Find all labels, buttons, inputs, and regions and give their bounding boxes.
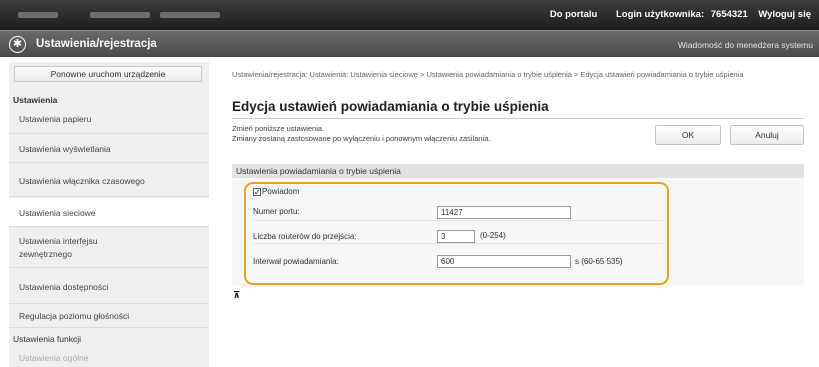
interval-row: Interwał powiadamiania: 600 s (60-65 535…: [253, 251, 663, 269]
section-header: Ustawienia powiadamiania o trybie uśpien…: [232, 164, 804, 178]
title-bar: ✱ Ustawienia/rejestracja Wiadomość do me…: [0, 30, 819, 57]
login-user: 7654321: [710, 9, 748, 20]
page-section-title: Ustawienia/rejestracja: [36, 38, 157, 50]
notify-checkbox[interactable]: ✓: [253, 188, 261, 197]
routers-hint: (0-254): [480, 231, 506, 240]
ok-button[interactable]: OK: [655, 125, 721, 145]
description-line: Zmień poniższe ustawienia.: [232, 124, 325, 133]
interval-input[interactable]: 600: [437, 255, 571, 268]
port-row: Numer portu: 11427: [253, 203, 663, 221]
notify-checkbox-label: Powiadom: [262, 187, 300, 196]
sidebar-item-network[interactable]: Ustawienia sieciowe: [9, 198, 209, 227]
sidebar-item-paper[interactable]: Ustawienia papieru: [9, 106, 209, 134]
divider: [232, 118, 804, 119]
description: Zmień poniższe ustawienia. Zmiany zostan…: [232, 124, 490, 144]
sidebar-item-volume[interactable]: Regulacja poziomu głośności: [9, 305, 209, 328]
interval-label: Interwał powiadamiania:: [253, 257, 339, 266]
blurred-brand-text: [160, 12, 220, 18]
page-title: Edycja ustawień powiadamiania o trybie u…: [232, 99, 549, 114]
login-label: Login użytkownika:: [615, 9, 705, 20]
sidebar-heading-functions: Ustawienia funkcji: [13, 334, 82, 344]
description-line: Zmiany zostaną zastosowane po wyłączeniu…: [232, 134, 491, 143]
sidebar-item-display[interactable]: Ustawienia wyświetlania: [9, 135, 209, 163]
canon-remote-ui-icon: ✱: [9, 36, 26, 53]
cancel-button[interactable]: Anuluj: [730, 125, 804, 145]
sidebar-heading-settings: Ustawienia: [13, 95, 58, 105]
page-top-icon[interactable]: ⊼: [233, 291, 240, 300]
sidebar-item-general[interactable]: Ustawienia ogólne: [9, 352, 209, 366]
routers-label: Liczba routerów do przejścia:: [253, 232, 357, 241]
blurred-brand-text: [90, 12, 150, 18]
restart-device-button[interactable]: Ponowne uruchom urządzenie: [14, 66, 202, 82]
sidebar-item-accessibility[interactable]: Ustawienia dostępności: [9, 269, 209, 304]
port-input[interactable]: 11427: [437, 206, 571, 219]
sidebar-item-timer[interactable]: Ustawienia włącznika czasowego: [9, 164, 209, 197]
top-bar: Do portalu Login użytkownika: 7654321 Wy…: [0, 0, 819, 30]
interval-hint: s (60-65 535): [575, 257, 623, 266]
top-links: Do portalu Login użytkownika: 7654321 Wy…: [534, 9, 811, 20]
portal-link[interactable]: Do portalu: [550, 9, 598, 20]
port-label: Numer portu:: [253, 207, 300, 216]
blurred-brand-text: [18, 12, 58, 18]
logout-link[interactable]: Wyloguj się: [758, 9, 811, 20]
sidebar: Ponowne uruchom urządzenie Ustawienia Us…: [9, 62, 209, 367]
routers-input[interactable]: 3: [437, 230, 475, 243]
breadcrumb: Ustawienia/rejestracja: Ustawienia: Usta…: [232, 70, 744, 79]
sidebar-item-external-interface[interactable]: Ustawienia interfejsu zewnętrznego: [9, 228, 209, 268]
routers-row: Liczba routerów do przejścia: 3 (0-254): [253, 226, 663, 244]
mail-to-manager-link[interactable]: Wiadomość do menedżera systemu: [678, 40, 813, 50]
